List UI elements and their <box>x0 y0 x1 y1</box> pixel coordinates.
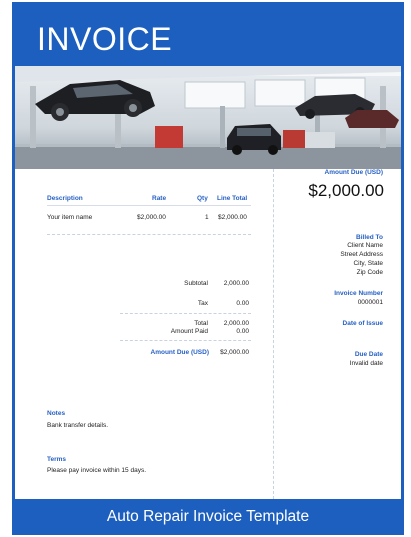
item-description: Your item name <box>47 214 93 221</box>
garage-photo <box>15 66 401 169</box>
subtotal-value: 2,000.00 <box>223 280 249 287</box>
sidebar-amount-due-value: $2,000.00 <box>308 181 384 200</box>
item-qty: 1 <box>205 214 209 221</box>
template-frame: INVOICE Description Rate Qty Line Total … <box>12 2 404 535</box>
invoice-header: INVOICE <box>15 2 401 66</box>
billed-to-city: City, State <box>353 260 383 267</box>
item-rate: $2,000.00 <box>137 214 166 221</box>
invoice-sheet: INVOICE Description Rate Qty Line Total … <box>15 2 401 499</box>
header-description: Description <box>47 195 83 202</box>
tax-value: 0.00 <box>236 300 249 307</box>
header-line-total: Line Total <box>217 195 248 202</box>
item-line-total: $2,000.00 <box>218 214 247 221</box>
template-footer: Auto Repair Invoice Template <box>12 500 404 530</box>
terms-label: Terms <box>47 456 67 463</box>
notes-text: Bank transfer details. <box>47 422 109 429</box>
billed-to-zip: Zip Code <box>356 269 383 276</box>
amount-due-rule <box>120 340 251 341</box>
header-qty: Qty <box>197 195 208 202</box>
amount-due-label: Amount Due (USD) <box>150 349 210 356</box>
date-of-issue-label: Date of Issue <box>342 320 383 327</box>
tax-label: Tax <box>197 300 208 307</box>
invoice-title: INVOICE <box>37 21 173 57</box>
due-date-value: Invalid date <box>349 360 383 367</box>
invoice-body: Description Rate Qty Line Total Your ite… <box>15 169 401 499</box>
terms-text: Please pay invoice within 15 days. <box>47 467 147 474</box>
invoice-number-value: 0000001 <box>357 299 383 306</box>
amount-paid-label: Amount Paid <box>170 328 208 335</box>
header-rate: Rate <box>152 195 167 202</box>
amount-due-value: $2,000.00 <box>220 349 249 356</box>
footer-caption: Auto Repair Invoice Template <box>106 508 310 525</box>
row-rule <box>47 234 251 235</box>
billed-to-label: Billed To <box>356 234 383 241</box>
invoice-number-label: Invoice Number <box>334 290 383 297</box>
column-divider <box>273 169 274 499</box>
billed-to-street: Street Address <box>340 251 383 258</box>
sidebar-amount-due-label: Amount Due (USD) <box>324 169 384 176</box>
billed-to-name: Client Name <box>347 242 383 249</box>
due-date-label: Due Date <box>354 351 383 358</box>
notes-label: Notes <box>47 410 66 417</box>
header-rule <box>47 205 251 206</box>
total-label: Total <box>194 320 208 327</box>
amount-paid-value: 0.00 <box>236 328 249 335</box>
total-value: 2,000.00 <box>223 320 249 327</box>
totals-rule <box>120 313 251 314</box>
subtotal-label: Subtotal <box>184 280 208 287</box>
